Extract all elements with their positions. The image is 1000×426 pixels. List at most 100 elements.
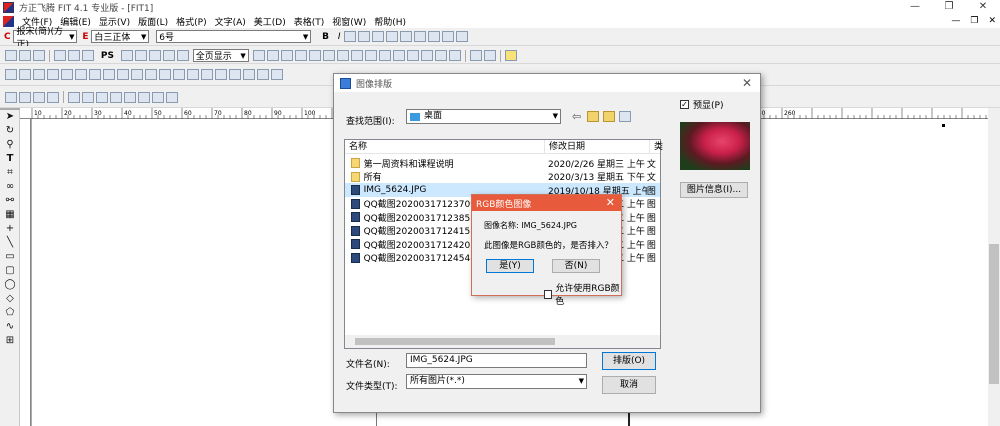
undo-icon[interactable] [162,50,175,61]
char-spacing-icon[interactable] [110,91,122,103]
object-icon[interactable] [420,50,433,61]
export-icon[interactable] [68,50,80,61]
filetype-select[interactable]: 所有图片(*.*) ▼ [406,374,587,389]
crop-icon[interactable] [173,69,185,80]
image-icon[interactable] [434,50,447,61]
back-arrow-icon[interactable]: ⇦ [572,110,581,123]
font-size-select[interactable]: 6号 ▼ [156,30,312,43]
align-top-icon[interactable] [47,69,59,80]
table-tool-icon[interactable]: ▦ [0,208,20,222]
frame-icon[interactable] [308,50,321,61]
format-icon[interactable] [372,31,385,42]
diamond-tool-icon[interactable]: ◇ [0,292,20,306]
indent-icon[interactable] [68,91,80,103]
flip-icon[interactable] [117,69,129,80]
para-center-icon[interactable] [19,91,31,103]
menu-format[interactable]: 格式(P) [176,15,206,28]
doc-restore-button[interactable]: ❐ [970,14,978,28]
allow-rgb-row[interactable]: 允许使用RGB颜色 [544,281,621,307]
scrollbar-thumb[interactable] [355,338,555,345]
zoom-select[interactable]: 全页显示 ▼ [192,49,249,62]
vertical-text-icon[interactable] [124,91,136,103]
grid-icon[interactable] [252,50,265,61]
select-arrow-icon[interactable]: ➤ [0,110,20,124]
case-icon[interactable] [400,31,413,42]
column-icon[interactable] [280,50,293,61]
new-folder-icon[interactable] [603,111,615,122]
bring-front-icon[interactable] [215,69,227,80]
line-tool-icon[interactable]: ╲ [0,236,20,250]
menu-table[interactable]: 表格(T) [294,15,325,28]
close-icon[interactable]: ✕ [606,196,615,209]
page-icon[interactable] [294,50,307,61]
unlock-icon[interactable] [406,50,419,61]
center-icon[interactable] [201,69,213,80]
grid-table-tool-icon[interactable]: ⊞ [0,334,20,348]
document-icon[interactable] [3,15,14,27]
unlink-tool-icon[interactable]: ⚯ [0,194,20,208]
align-icon[interactable] [358,31,371,42]
bezier-tool-icon[interactable]: ∿ [0,320,20,334]
preview-checkbox-row[interactable]: ✓ 预显(P) [680,98,723,111]
minimize-button[interactable]: — [898,0,932,14]
align-center-icon[interactable] [19,69,31,80]
align-middle-icon[interactable] [61,69,73,80]
group-icon[interactable] [364,50,377,61]
filename-input[interactable]: IMG_5624.JPG [406,353,587,368]
chinese-font-select[interactable]: 报宋(简)(方正) ▼ [13,27,78,50]
doc-minimize-button[interactable]: — [951,14,960,28]
close-button[interactable]: ✕ [966,0,1000,14]
help-icon[interactable] [504,50,517,61]
italic-button[interactable]: I [338,32,341,42]
link-tool-icon[interactable]: ∞ [0,180,20,194]
maximize-button[interactable]: ❐ [932,0,966,14]
cross-tool-icon[interactable]: + [0,222,20,236]
new-file-icon[interactable] [5,50,17,61]
open-folder-icon[interactable] [19,50,31,61]
table-icon[interactable] [266,50,279,61]
text-tool-icon[interactable]: T [0,152,20,166]
link-icon[interactable] [322,50,335,61]
layer-icon[interactable] [350,50,363,61]
scrollbar-thumb[interactable] [989,244,999,384]
english-font-select[interactable]: 白三正体 ▼ [91,30,150,43]
polygon-tool-icon[interactable]: ⬠ [0,306,20,320]
menu-view[interactable]: 显示(V) [99,15,130,28]
drop-cap-icon[interactable] [166,91,178,103]
ps-output-button[interactable]: PS [101,51,114,61]
menu-text[interactable]: 文字(A) [215,15,246,28]
delete-icon[interactable] [448,50,461,61]
horizontal-text-icon[interactable] [138,91,150,103]
align-right-icon[interactable] [33,69,45,80]
menu-layout[interactable]: 版面(L) [138,15,168,28]
shadow-icon[interactable] [456,31,469,42]
para-right-icon[interactable] [33,91,45,103]
ungroup-icon[interactable] [378,50,391,61]
snap-icon[interactable] [271,69,283,80]
image-info-button[interactable]: 图片信息(I)... [680,182,748,198]
wrap-icon[interactable] [336,50,349,61]
column-name[interactable]: 名称 [345,140,545,153]
align-left-icon[interactable] [5,69,17,80]
view-menu-icon[interactable] [619,111,631,122]
preview-checkbox[interactable]: ✓ [680,100,689,109]
cut-icon[interactable] [120,50,133,61]
rotate-icon[interactable] [103,69,115,80]
yes-button[interactable]: 是(Y) [486,259,534,273]
close-icon[interactable]: ✕ [742,76,752,90]
doc-close-button[interactable]: ✕ [988,14,996,28]
lock-icon[interactable] [392,50,405,61]
mirror-icon[interactable] [131,69,143,80]
print-icon[interactable] [82,50,94,61]
distribute-icon[interactable] [89,69,101,80]
tab-icon[interactable] [152,91,164,103]
spacing-icon[interactable] [414,31,427,42]
column-type[interactable]: 类 [650,140,663,153]
bold-button[interactable]: B [322,32,329,42]
rectangle-tool-icon[interactable]: ▭ [0,250,20,264]
outline-icon[interactable] [442,31,455,42]
line-spacing-icon[interactable] [96,91,108,103]
rounded-rect-tool-icon[interactable]: ▢ [0,264,20,278]
column-date[interactable]: 修改日期 [545,140,650,153]
skew-icon[interactable] [159,69,171,80]
